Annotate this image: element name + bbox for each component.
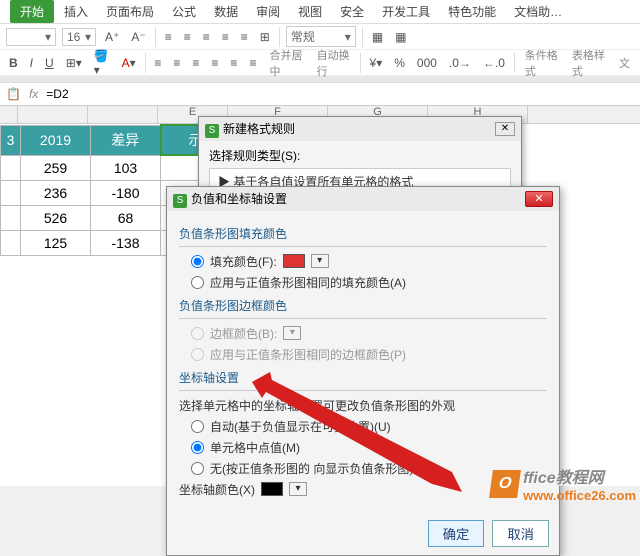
valign-top-icon[interactable]: ≡ bbox=[151, 55, 164, 71]
currency-btn[interactable]: ¥▾ bbox=[367, 55, 386, 71]
font-family-select[interactable]: ▾ bbox=[6, 28, 56, 46]
toolbar-row-2: B I U ⊞▾ 🪣▾ A▾ ≡ ≡ ≡ ≡ ≡ ≡ 合并居中 自动换行 ¥▾ … bbox=[0, 50, 640, 76]
halign-center-icon[interactable]: ≡ bbox=[227, 55, 240, 71]
header-diff: 差异 bbox=[91, 125, 161, 155]
cell[interactable]: 125 bbox=[21, 230, 91, 255]
bold-btn[interactable]: B bbox=[6, 55, 21, 71]
radio-same-fill[interactable]: 应用与正值条形图相同的填充颜色(A) bbox=[191, 274, 547, 291]
fx-label[interactable]: fx bbox=[29, 87, 38, 101]
tab-formula[interactable]: 公式 bbox=[164, 0, 204, 23]
dec-font-btn[interactable]: A⁻ bbox=[128, 29, 148, 45]
table-style-label[interactable]: 表格样式 bbox=[568, 47, 609, 79]
tab-view[interactable]: 视图 bbox=[290, 0, 330, 23]
align-center-icon[interactable]: ≡ bbox=[181, 29, 194, 45]
cell[interactable]: 526 bbox=[21, 205, 91, 230]
cancel-button[interactable]: 取消 bbox=[492, 520, 549, 547]
dialog1-title: 新建格式规则 bbox=[223, 122, 295, 136]
close-icon[interactable]: ✕ bbox=[525, 191, 553, 207]
section-fill: 负值条形图填充颜色 bbox=[179, 225, 547, 242]
tab-review[interactable]: 审阅 bbox=[248, 0, 288, 23]
ribbon-tabs: 开始 插入 页面布局 公式 数据 审阅 视图 安全 开发工具 特色功能 文档助… bbox=[0, 0, 640, 24]
font-size-select[interactable]: 16▾ bbox=[62, 28, 96, 46]
watermark-url: www.office26.com bbox=[523, 488, 636, 503]
rule-type-label: 选择规则类型(S): bbox=[209, 147, 511, 164]
cell[interactable]: -138 bbox=[91, 230, 161, 255]
cell[interactable]: 259 bbox=[21, 155, 91, 180]
close-icon[interactable]: ✕ bbox=[495, 122, 515, 136]
cond-format-icon[interactable]: ▦ bbox=[369, 29, 386, 45]
comma-btn[interactable]: 000 bbox=[414, 55, 440, 71]
dec-decimal-btn[interactable]: ←.0 bbox=[480, 55, 508, 71]
merge-label[interactable]: 合并居中 bbox=[265, 47, 306, 79]
cell[interactable]: 103 bbox=[91, 155, 161, 180]
underline-btn[interactable]: U bbox=[42, 55, 57, 71]
tab-dochelp[interactable]: 文档助… bbox=[506, 0, 570, 23]
merge-icon[interactable]: ⊞ bbox=[257, 29, 273, 45]
app-icon: S bbox=[173, 194, 187, 208]
radio-fill-color[interactable]: 填充颜色(F): ▾ bbox=[191, 253, 547, 270]
tab-layout[interactable]: 页面布局 bbox=[98, 0, 162, 23]
cell[interactable]: 236 bbox=[21, 180, 91, 205]
tab-security[interactable]: 安全 bbox=[332, 0, 372, 23]
valign-bot-icon[interactable]: ≡ bbox=[189, 55, 202, 71]
align-right-icon[interactable]: ≡ bbox=[200, 29, 213, 45]
valign-mid-icon[interactable]: ≡ bbox=[170, 55, 183, 71]
watermark: O ffice教程网 www.office26.com bbox=[491, 464, 636, 503]
halign-right-icon[interactable]: ≡ bbox=[246, 55, 259, 71]
axis-desc: 选择单元格中的坐标轴位置可更改负值条形图的外观 bbox=[179, 397, 547, 414]
radio-axis-midpoint[interactable]: 单元格中点值(M) bbox=[191, 439, 547, 456]
axis-color-swatch[interactable] bbox=[261, 482, 283, 496]
header-2019: 2019 bbox=[21, 125, 91, 155]
row-header-stub: 3 bbox=[1, 125, 21, 155]
app-icon: S bbox=[205, 124, 219, 138]
percent-btn[interactable]: % bbox=[391, 55, 408, 71]
wrap-label[interactable]: 自动换行 bbox=[313, 47, 354, 79]
indent-dec-icon[interactable]: ≡ bbox=[219, 29, 232, 45]
table-style-icon[interactable]: ▦ bbox=[392, 29, 409, 45]
section-border: 负值条形图边框颜色 bbox=[179, 297, 547, 314]
tab-special[interactable]: 特色功能 bbox=[440, 0, 504, 23]
halign-left-icon[interactable]: ≡ bbox=[208, 55, 221, 71]
inc-font-btn[interactable]: A⁺ bbox=[102, 29, 122, 45]
tab-insert[interactable]: 插入 bbox=[56, 0, 96, 23]
cell[interactable]: -180 bbox=[91, 180, 161, 205]
cond-format-label[interactable]: 条件格式 bbox=[521, 47, 562, 79]
chevron-down-icon: ▾ bbox=[283, 326, 301, 340]
chevron-down-icon[interactable]: ▾ bbox=[289, 482, 307, 496]
autosum-icon[interactable]: 📋 bbox=[6, 87, 21, 101]
radio-border-color: 边框颜色(B): ▾ bbox=[191, 325, 547, 342]
watermark-icon: O bbox=[489, 470, 521, 498]
ok-button[interactable]: 确定 bbox=[428, 520, 485, 547]
number-format-select[interactable]: 常规▾ bbox=[286, 26, 356, 47]
fill-color-swatch[interactable] bbox=[283, 254, 305, 268]
italic-btn[interactable]: I bbox=[27, 55, 36, 71]
tab-dev[interactable]: 开发工具 bbox=[374, 0, 438, 23]
tab-data[interactable]: 数据 bbox=[206, 0, 246, 23]
radio-axis-auto[interactable]: 自动(基于负值显示在可变位置)(U) bbox=[191, 418, 547, 435]
inc-decimal-btn[interactable]: .0→ bbox=[446, 55, 474, 71]
indent-inc-icon[interactable]: ≡ bbox=[238, 29, 251, 45]
chevron-down-icon[interactable]: ▾ bbox=[311, 254, 329, 268]
radio-same-border: 应用与正值条形图相同的边框颜色(P) bbox=[191, 346, 547, 363]
more-label[interactable]: 文 bbox=[615, 55, 634, 71]
align-left-icon[interactable]: ≡ bbox=[162, 29, 175, 45]
cell[interactable]: 68 bbox=[91, 205, 161, 230]
dialog2-title: 负值和坐标轴设置 bbox=[191, 192, 287, 206]
font-color-btn[interactable]: A▾ bbox=[119, 55, 139, 71]
formula-input[interactable] bbox=[46, 87, 201, 101]
watermark-text: ffice教程网 bbox=[523, 470, 604, 487]
formula-bar: 📋 fx bbox=[0, 82, 640, 106]
tab-start[interactable]: 开始 bbox=[10, 0, 54, 23]
fill-color-btn[interactable]: 🪣▾ bbox=[91, 48, 113, 78]
section-axis: 坐标轴设置 bbox=[179, 369, 547, 386]
border-btn[interactable]: ⊞▾ bbox=[63, 55, 85, 71]
